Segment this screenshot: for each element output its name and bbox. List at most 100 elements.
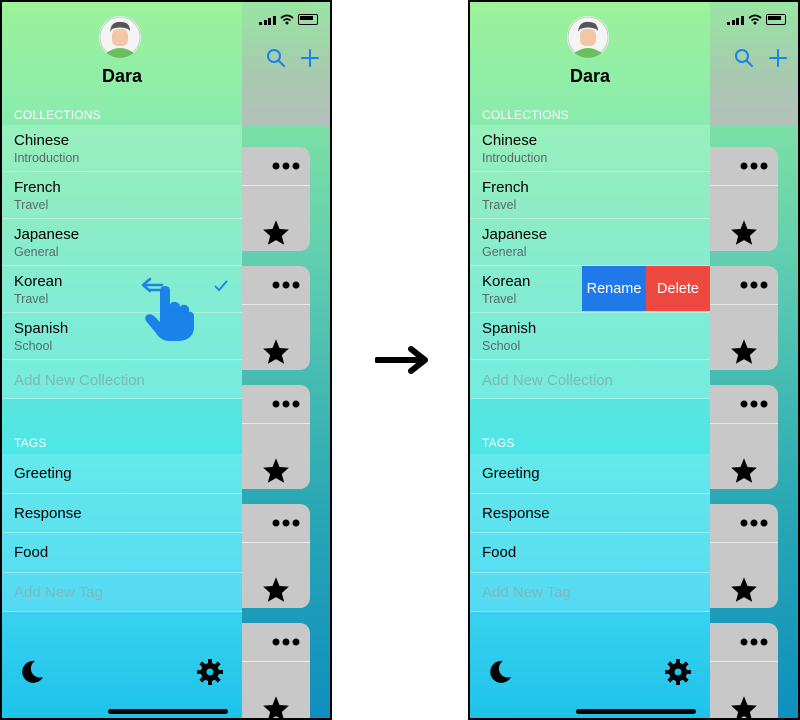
collection-subtitle: General — [482, 245, 527, 259]
collection-title: Japanese — [482, 226, 548, 243]
avatar-icon — [567, 16, 609, 58]
home-indicator[interactable] — [576, 709, 696, 714]
gear-icon[interactable] — [196, 658, 224, 686]
more-dots-icon[interactable] — [740, 400, 768, 408]
avatar[interactable] — [567, 16, 609, 58]
tag-item-response[interactable]: Response — [470, 494, 710, 533]
collection-subtitle: Introduction — [14, 151, 80, 165]
collection-item-spanish[interactable]: Spanish School — [470, 313, 710, 360]
tag-item-food[interactable]: Food — [470, 533, 710, 573]
star-icon[interactable] — [730, 338, 758, 365]
add-collection-button[interactable]: Add New Collection — [470, 360, 710, 399]
tag-item-food[interactable]: Food — [2, 533, 242, 573]
collection-title: Chinese — [14, 132, 70, 149]
more-dots-icon[interactable] — [272, 638, 300, 646]
star-icon[interactable] — [730, 695, 758, 720]
gear-icon[interactable] — [664, 658, 692, 686]
card[interactable] — [710, 504, 778, 608]
collection-item-french[interactable]: French Travel — [2, 172, 242, 219]
collections-section-header: COLLECTIONS — [482, 108, 569, 122]
collection-item-chinese[interactable]: Chinese Introduction — [470, 125, 710, 172]
right-arrow-icon — [375, 346, 428, 374]
main-header — [710, 2, 798, 126]
tag-item-greeting[interactable]: Greeting — [2, 454, 242, 494]
star-icon[interactable] — [262, 576, 290, 603]
card[interactable] — [242, 147, 310, 251]
star-icon[interactable] — [262, 457, 290, 484]
collection-title: Spanish — [14, 320, 69, 337]
collection-item-japanese[interactable]: Japanese General — [2, 219, 242, 266]
star-icon[interactable] — [730, 576, 758, 603]
search-icon[interactable] — [266, 48, 286, 68]
collection-subtitle: Travel — [482, 292, 517, 306]
more-dots-icon[interactable] — [740, 638, 768, 646]
home-indicator[interactable] — [108, 709, 228, 714]
moon-icon[interactable] — [18, 658, 46, 686]
plus-icon[interactable] — [768, 48, 788, 68]
star-icon[interactable] — [730, 457, 758, 484]
tag-title: Response — [482, 504, 550, 522]
moon-icon[interactable] — [486, 658, 514, 686]
card[interactable] — [710, 147, 778, 251]
checkmark-icon — [214, 280, 228, 292]
collection-subtitle: Travel — [482, 198, 517, 212]
card[interactable] — [710, 385, 778, 489]
more-dots-icon[interactable] — [272, 281, 300, 289]
collection-subtitle: Introduction — [482, 151, 548, 165]
phone-screen-before: Dara COLLECTIONS Chinese Introduction Fr… — [0, 0, 332, 720]
status-bar — [727, 14, 786, 25]
delete-button[interactable]: Delete — [646, 266, 710, 311]
avatar[interactable] — [99, 16, 141, 58]
star-icon[interactable] — [262, 219, 290, 246]
rename-button[interactable]: Rename — [582, 266, 646, 311]
status-bar — [259, 14, 318, 25]
card[interactable] — [242, 504, 310, 608]
signal-icon — [259, 15, 276, 25]
username: Dara — [101, 66, 143, 86]
side-drawer: Dara COLLECTIONS Chinese Introduction Fr… — [2, 2, 242, 718]
card[interactable] — [710, 266, 778, 370]
collection-title: Spanish — [482, 320, 537, 337]
star-icon[interactable] — [262, 338, 290, 365]
more-dots-icon[interactable] — [740, 281, 768, 289]
add-collection-button[interactable]: Add New Collection — [2, 360, 242, 399]
tag-title: Food — [482, 544, 517, 561]
tag-item-greeting[interactable]: Greeting — [470, 454, 710, 494]
swipe-left-hand-icon — [141, 277, 194, 341]
battery-icon — [765, 14, 786, 25]
collection-item-korean[interactable]: Korean Travel Rename Delete — [470, 266, 710, 313]
add-tag-label: Add New Tag — [14, 583, 103, 601]
search-icon[interactable] — [734, 48, 754, 68]
card[interactable] — [242, 266, 310, 370]
collection-item-spanish[interactable]: Spanish School — [2, 313, 242, 360]
card[interactable] — [242, 385, 310, 489]
tag-item-response[interactable]: Response — [2, 494, 242, 533]
add-tag-label: Add New Tag — [482, 583, 571, 601]
add-tag-button[interactable]: Add New Tag — [2, 573, 242, 612]
side-drawer: Dara COLLECTIONS Chinese Introduction Fr… — [470, 2, 710, 718]
collection-subtitle: School — [14, 339, 53, 353]
collection-subtitle: General — [14, 245, 59, 259]
star-icon[interactable] — [262, 695, 290, 720]
collection-title: French — [14, 179, 61, 196]
main-content-behind-drawer — [242, 2, 330, 718]
add-tag-button[interactable]: Add New Tag — [470, 573, 710, 612]
collection-subtitle: School — [482, 339, 521, 353]
collection-item-french[interactable]: French Travel — [470, 172, 710, 219]
star-icon[interactable] — [730, 219, 758, 246]
collection-item-chinese[interactable]: Chinese Introduction — [2, 125, 242, 172]
more-dots-icon[interactable] — [272, 162, 300, 170]
card[interactable] — [710, 623, 778, 720]
collections-section-header: COLLECTIONS — [14, 108, 101, 122]
tag-title: Greeting — [482, 465, 540, 482]
more-dots-icon[interactable] — [272, 400, 300, 408]
more-dots-icon[interactable] — [272, 519, 300, 527]
plus-icon[interactable] — [300, 48, 320, 68]
add-collection-label: Add New Collection — [14, 372, 145, 389]
main-header — [242, 2, 330, 126]
collection-item-japanese[interactable]: Japanese General — [470, 219, 710, 266]
card[interactable] — [242, 623, 310, 720]
more-dots-icon[interactable] — [740, 519, 768, 527]
collection-item-korean[interactable]: Korean Travel — [2, 266, 242, 313]
more-dots-icon[interactable] — [740, 162, 768, 170]
